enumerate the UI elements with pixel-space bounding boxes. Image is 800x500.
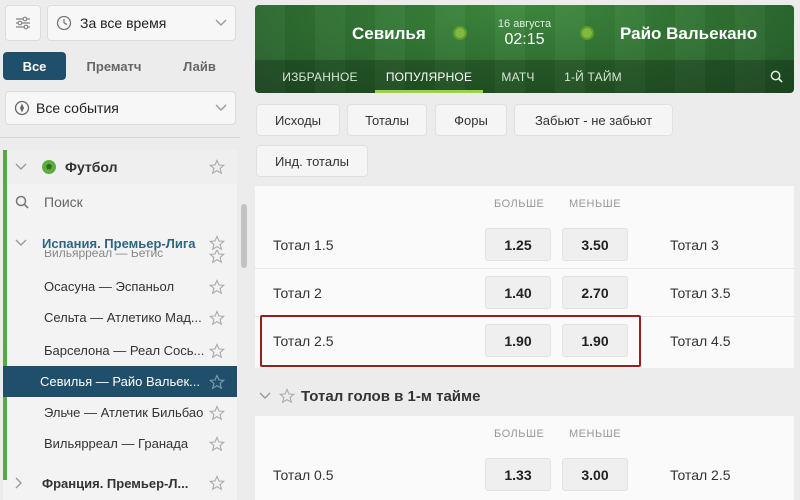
sport-label: Футбол	[65, 159, 118, 175]
chevron-down-icon	[259, 392, 271, 399]
chevron-down-icon	[215, 19, 227, 26]
sidebar-match-0[interactable]: Осасуна — Эспаньол	[7, 271, 237, 302]
time-filter-select[interactable]: За все время	[47, 5, 236, 41]
sidebar-match-4[interactable]: Эльче — Атлетик Бильбао	[7, 397, 237, 428]
star-icon[interactable]	[209, 435, 225, 452]
chevron-right-icon	[15, 477, 22, 489]
sidebar-item-football[interactable]: Футбол	[7, 150, 237, 184]
mode-tabs: Все Прематч Лайв	[3, 52, 237, 80]
list-item[interactable]: Вильярреал — Бетис	[7, 250, 237, 264]
sports-tree: Футбол Поиск Испания. Премьер-Лига Вилья…	[3, 150, 237, 500]
first-half-totals-table: БОЛЬШЕ МЕНЬШЕ Тотал 0.5 1.33 3.00 Тотал …	[255, 416, 794, 500]
nav-search-button[interactable]	[758, 60, 794, 93]
column-header-under: МЕНЬШЕ	[569, 198, 622, 210]
sliders-icon	[16, 16, 30, 30]
chevron-down-icon	[215, 104, 227, 111]
match-label: Сельта — Атлетико Мад...	[44, 310, 202, 325]
search-icon	[770, 70, 783, 83]
match-label: Севилья — Райо Вальек...	[40, 374, 200, 389]
sidebar-match-1[interactable]: Сельта — Атлетико Мад...	[7, 302, 237, 333]
star-icon[interactable]	[209, 309, 225, 326]
star-icon[interactable]	[209, 159, 225, 175]
total-label: Тотал 3	[670, 237, 719, 253]
filter-settings-button[interactable]	[5, 5, 41, 41]
odd-over-button[interactable]: 1.40	[485, 276, 551, 309]
chevron-down-icon	[15, 239, 27, 246]
away-team-name: Райо Вальекано	[620, 24, 758, 43]
sidebar-scrollbar[interactable]	[241, 204, 247, 268]
away-team-indicator	[580, 26, 594, 40]
time-filter-label: За все время	[80, 15, 167, 31]
table-row: Тотал 0.5 1.33 3.00 Тотал 2.5	[255, 451, 794, 498]
column-header-over: БОЛЬШЕ	[494, 428, 545, 440]
table-row: Тотал 2 1.40 2.70 Тотал 3.5	[255, 269, 794, 316]
events-filter-select[interactable]: Все события	[5, 91, 236, 125]
total-label: Тотал 3.5	[670, 285, 731, 301]
sidebar-match-2[interactable]: Барселона — Реал Сось...	[7, 335, 237, 366]
tab-first-half[interactable]: 1-Й ТАЙМ	[553, 60, 633, 93]
search-icon	[15, 195, 29, 209]
search-placeholder: Поиск	[44, 194, 83, 210]
tab-all[interactable]: Все	[3, 52, 66, 80]
section-header-first-half-totals[interactable]: Тотал голов в 1-м тайме	[255, 380, 794, 412]
tab-favorites[interactable]: ИЗБРАННОЕ	[265, 60, 375, 93]
events-filter-label: Все события	[36, 100, 119, 116]
tab-popular[interactable]: ПОПУЛЯРНОЕ	[375, 60, 483, 93]
section-title: Тотал голов в 1-м тайме	[301, 387, 481, 405]
total-label: Тотал 4.5	[670, 333, 731, 349]
match-header: Севилья 16 августа 02:15 Райо Вальекано …	[255, 5, 794, 93]
total-label: Тотал 1.5	[273, 237, 334, 253]
sidebar-search[interactable]: Поиск	[7, 184, 237, 220]
football-icon	[42, 160, 56, 174]
odd-under-button[interactable]: 3.00	[562, 458, 628, 491]
odd-under-button[interactable]: 3.50	[562, 228, 628, 261]
table-row: Тотал 1.5 1.25 3.50 Тотал 3	[255, 221, 794, 268]
star-icon[interactable]	[209, 250, 225, 264]
star-icon[interactable]	[209, 278, 225, 295]
total-label: Тотал 2	[273, 285, 322, 301]
star-icon[interactable]	[209, 404, 225, 421]
clock-icon	[56, 15, 72, 31]
match-nav: ИЗБРАННОЕ ПОПУЛЯРНОЕ МАТЧ 1-Й ТАЙМ	[255, 60, 794, 93]
sidebar-match-3-active[interactable]: Севилья — Райо Вальек...	[3, 366, 237, 397]
market-handicaps-button[interactable]: Форы	[435, 104, 507, 136]
match-label: Барселона — Реал Сось...	[44, 343, 205, 358]
match-label: Эльче — Атлетик Бильбао	[44, 405, 204, 420]
market-btts-button[interactable]: Забьют - не забьют	[514, 104, 673, 136]
star-icon[interactable]	[209, 475, 225, 491]
sidebar-match-5[interactable]: Вильярреал — Гранада	[7, 428, 237, 459]
odd-under-button[interactable]: 2.70	[562, 276, 628, 309]
star-icon[interactable]	[279, 388, 295, 404]
compass-icon	[14, 100, 30, 116]
column-header-under: МЕНЬШЕ	[569, 428, 622, 440]
sidebar-divider	[0, 137, 240, 138]
tab-match[interactable]: МАТЧ	[483, 60, 553, 93]
market-outcomes-button[interactable]: Исходы	[256, 104, 340, 136]
star-icon[interactable]	[209, 373, 225, 390]
match-label: Вильярреал — Гранада	[44, 436, 189, 451]
highlight-frame	[260, 315, 641, 367]
tab-live[interactable]: Лайв	[162, 52, 237, 80]
total-label: Тотал 2.5	[670, 467, 731, 483]
tab-prematch[interactable]: Прематч	[66, 52, 162, 80]
odd-over-button[interactable]: 1.25	[485, 228, 551, 261]
star-icon[interactable]	[209, 342, 225, 359]
match-label: Вильярреал — Бетис	[44, 250, 164, 260]
market-totals-button[interactable]: Тоталы	[347, 104, 427, 136]
league-label: Испания. Премьер-Лига	[42, 235, 196, 251]
star-icon[interactable]	[209, 235, 225, 251]
chevron-down-icon	[15, 163, 27, 170]
odd-over-button[interactable]: 1.33	[485, 458, 551, 491]
total-label: Тотал 0.5	[273, 467, 334, 483]
league-label: Франция. Премьер-Л...	[42, 475, 189, 491]
market-ind-totals-button[interactable]: Инд. тоталы	[256, 145, 368, 177]
sidebar: За все время Все Прематч Лайв Все событи…	[0, 0, 240, 500]
match-label: Осасуна — Эспаньол	[44, 279, 175, 294]
sidebar-item-league-france[interactable]: Франция. Премьер-Л...	[7, 466, 237, 500]
column-header-over: БОЛЬШЕ	[494, 198, 545, 210]
